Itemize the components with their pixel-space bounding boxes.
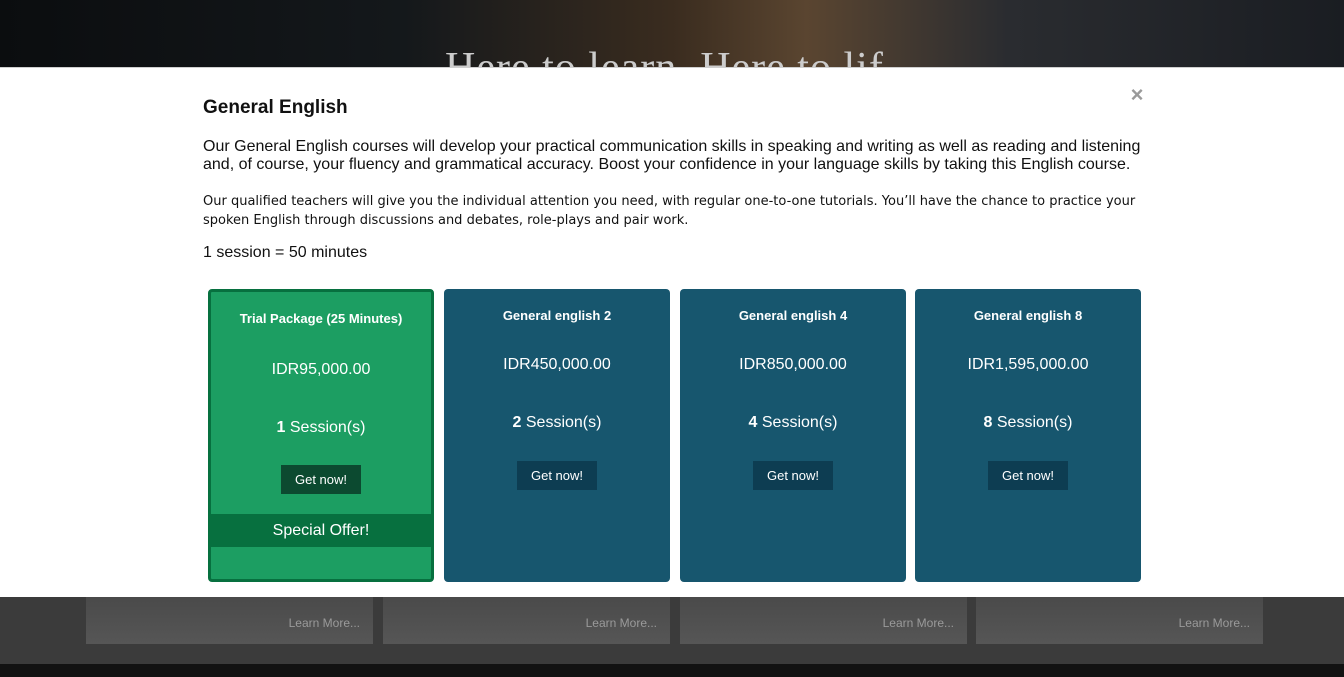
session-suffix: Session(s) xyxy=(285,419,366,436)
get-now-button[interactable]: Get now! xyxy=(988,461,1068,490)
special-offer-banner: Special Offer! xyxy=(211,514,431,547)
session-duration-note: 1 session = 50 minutes xyxy=(203,244,368,261)
background-footer-strip xyxy=(0,664,1344,677)
learn-more-link[interactable]: Learn More... xyxy=(289,616,360,630)
get-now-button[interactable]: Get now! xyxy=(753,461,833,490)
package-card-4: General english 4 IDR850,000.00 4 Sessio… xyxy=(680,289,906,582)
package-name: General english 2 xyxy=(502,308,612,323)
course-description: Our General English courses will develop… xyxy=(203,138,1141,173)
package-sessions: 4 Session(s) xyxy=(680,414,906,432)
session-suffix: Session(s) xyxy=(757,414,838,431)
package-name: General english 8 xyxy=(973,308,1083,323)
package-sessions: 2 Session(s) xyxy=(444,414,670,432)
package-price: IDR450,000.00 xyxy=(503,356,611,373)
teacher-description: Our qualified teachers will give you the… xyxy=(203,194,1136,228)
learn-more-link[interactable]: Learn More... xyxy=(1179,616,1250,630)
close-icon[interactable]: × xyxy=(1128,84,1146,106)
package-price: IDR95,000.00 xyxy=(271,361,371,378)
package-price: IDR1,595,000.00 xyxy=(967,356,1089,373)
background-course-card[interactable]: Learn More... xyxy=(976,597,1263,644)
package-sessions: 8 Session(s) xyxy=(915,414,1141,432)
session-suffix: Session(s) xyxy=(521,414,602,431)
learn-more-link[interactable]: Learn More... xyxy=(883,616,954,630)
modal-title: General English xyxy=(203,97,348,118)
learn-more-link[interactable]: Learn More... xyxy=(586,616,657,630)
package-card-2: General english 2 IDR450,000.00 2 Sessio… xyxy=(444,289,670,582)
session-suffix: Session(s) xyxy=(992,414,1073,431)
get-now-button[interactable]: Get now! xyxy=(281,465,361,494)
package-price: IDR850,000.00 xyxy=(739,356,847,373)
get-now-button[interactable]: Get now! xyxy=(517,461,597,490)
course-modal: × General English Our General English co… xyxy=(0,67,1344,597)
package-name: Trial Package (25 Minutes) xyxy=(239,311,403,326)
package-card-trial: Trial Package (25 Minutes) IDR95,000.00 … xyxy=(208,289,434,582)
background-course-card[interactable]: Learn More... xyxy=(680,597,967,644)
background-course-card[interactable]: Learn More... xyxy=(383,597,670,644)
package-name: General english 4 xyxy=(738,308,848,323)
package-card-8: General english 8 IDR1,595,000.00 8 Sess… xyxy=(915,289,1141,582)
package-sessions: 1 Session(s) xyxy=(211,419,431,437)
background-course-card[interactable]: Learn More... xyxy=(86,597,373,644)
